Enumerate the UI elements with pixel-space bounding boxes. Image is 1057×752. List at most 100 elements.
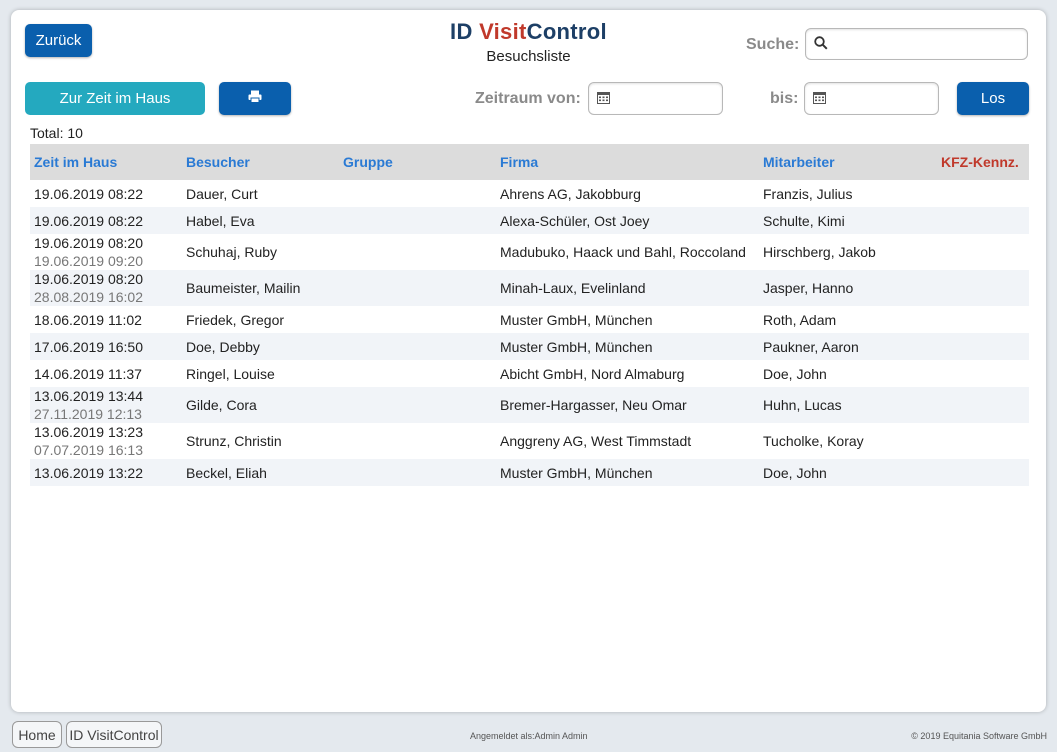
cell-time: 14.06.2019 11:37: [30, 360, 182, 387]
cell-plate: [937, 360, 1029, 387]
cell-visitor: Baumeister, Mailin: [186, 280, 301, 296]
cell-company: Abicht GmbH, Nord Almaburg: [500, 365, 685, 382]
cell-visitor: Schuhaj, Ruby: [186, 244, 278, 260]
table-row[interactable]: 13.06.2019 13:22 Beckel, Eliah Muster GmbH…: [30, 459, 1029, 486]
cell-group: [339, 207, 496, 234]
table-row[interactable]: 19.06.2019 08:22 Dauer, Curt Ahrens AG, Ja…: [30, 180, 1029, 207]
cell-plate: [937, 459, 1029, 486]
cell-visitor: Dauer, Curt: [186, 185, 258, 202]
table-row[interactable]: 19.06.2019 08:20 28.08.2019 16:02 Baumeist…: [30, 270, 1029, 306]
cell-plate: [937, 270, 1029, 306]
time-start: 18.06.2019 11:02: [34, 311, 142, 328]
search-field[interactable]: [805, 28, 1028, 60]
table-row[interactable]: 19.06.2019 08:20 19.06.2019 09:20 Schuhaj,…: [30, 234, 1029, 270]
table-row[interactable]: 18.06.2019 11:02 Friedek, Gregor Muster Gm…: [30, 306, 1029, 333]
col-header-plate[interactable]: KFZ-Kennz.: [937, 144, 1029, 180]
cell-time: 19.06.2019 08:20 19.06.2019 09:20: [30, 234, 182, 270]
cell-employee: Franzis, Julius: [763, 185, 853, 202]
time-end: 07.07.2019 16:13: [34, 442, 143, 458]
search-icon: [814, 35, 828, 53]
time-start: 19.06.2019 08:22: [34, 212, 143, 229]
cell-group: [339, 333, 496, 360]
col-header-time[interactable]: Zeit im Haus: [30, 144, 182, 180]
cell-company: Muster GmbH, München: [500, 311, 653, 328]
search-label: Suche:: [746, 36, 800, 53]
date-from-field[interactable]: [588, 82, 723, 115]
time-start: 14.06.2019 11:37: [34, 365, 142, 382]
col-header-visitor[interactable]: Besucher: [182, 144, 339, 180]
print-button[interactable]: [219, 82, 291, 115]
cell-employee: Paukner, Aaron: [763, 338, 859, 355]
cell-visitor: Beckel, Eliah: [186, 464, 267, 481]
period-to-label: bis:: [770, 90, 799, 107]
cell-time: 13.06.2019 13:44 27.11.2019 12:13: [30, 387, 182, 423]
cell-plate: [937, 423, 1029, 459]
col-header-company[interactable]: Firma: [496, 144, 759, 180]
cell-company: Alexa-Schüler, Ost Joey: [500, 212, 650, 229]
col-header-employee[interactable]: Mitarbeiter: [759, 144, 937, 180]
date-to-field[interactable]: [804, 82, 939, 115]
printer-icon: [248, 90, 262, 107]
table-row[interactable]: 14.06.2019 11:37 Ringel, Louise Abicht Gmb…: [30, 360, 1029, 387]
cell-group: [339, 234, 496, 270]
cell-plate: [937, 387, 1029, 423]
cell-group: [339, 387, 496, 423]
time-start: 19.06.2019 08:20: [34, 235, 143, 251]
time-end: 19.06.2019 09:20: [34, 253, 143, 269]
cell-visitor: Ringel, Louise: [186, 365, 275, 382]
cell-plate: [937, 333, 1029, 360]
cell-visitor: Friedek, Gregor: [186, 311, 285, 328]
cell-time: 19.06.2019 08:22: [30, 207, 182, 234]
cell-group: [339, 459, 496, 486]
time-in-house-button[interactable]: Zur Zeit im Haus: [25, 82, 205, 115]
cell-company: Muster GmbH, München: [500, 338, 653, 355]
cell-visitor: Doe, Debby: [186, 338, 260, 355]
cell-time: 17.06.2019 16:50: [30, 333, 182, 360]
copyright: © 2019 Equitania Software GmbH: [911, 731, 1047, 741]
cell-time: 19.06.2019 08:20 28.08.2019 16:02: [30, 270, 182, 306]
home-button[interactable]: Home: [12, 721, 62, 748]
cell-employee: Schulte, Kimi: [763, 212, 845, 229]
go-button[interactable]: Los: [957, 82, 1029, 115]
logo-visit: Visit: [479, 19, 527, 44]
cell-visitor: Gilde, Cora: [186, 397, 257, 413]
cell-group: [339, 306, 496, 333]
cell-company: Anggreny AG, West Timmstadt: [500, 433, 692, 449]
search-input[interactable]: [834, 35, 1027, 53]
time-end: 27.11.2019 12:13: [34, 406, 142, 422]
cell-time: 13.06.2019 13:23 07.07.2019 16:13: [30, 423, 182, 459]
cell-company: Bremer-Hargasser, Neu Omar: [500, 397, 687, 413]
cell-plate: [937, 180, 1029, 207]
main-panel: Zurück ID VisitControl Besuchsliste Such…: [11, 10, 1046, 712]
time-start: 19.06.2019 08:22: [34, 185, 143, 202]
logo-id: ID: [450, 19, 480, 44]
table-row[interactable]: 13.06.2019 13:44 27.11.2019 12:13 Gilde, C…: [30, 387, 1029, 423]
table-row[interactable]: 17.06.2019 16:50 Doe, Debby Muster GmbH, M…: [30, 333, 1029, 360]
logo-control: Control: [526, 19, 607, 44]
calendar-icon: [597, 91, 610, 107]
time-end: 28.08.2019 16:02: [34, 289, 143, 305]
period-from-label: Zeitraum von:: [475, 90, 581, 107]
time-start: 13.06.2019 13:44: [34, 388, 143, 404]
cell-time: 13.06.2019 13:22: [30, 459, 182, 486]
cell-employee: Tucholke, Koray: [763, 433, 864, 449]
cell-plate: [937, 234, 1029, 270]
cell-plate: [937, 207, 1029, 234]
table-header: Zeit im Haus Besucher Gruppe Firma Mitar…: [30, 144, 1029, 180]
cell-employee: Doe, John: [763, 464, 827, 481]
cell-visitor: Habel, Eva: [186, 212, 255, 229]
table-row[interactable]: 13.06.2019 13:23 07.07.2019 16:13 Strunz, …: [30, 423, 1029, 459]
time-start: 13.06.2019 13:23: [34, 424, 143, 440]
time-start: 17.06.2019 16:50: [34, 338, 143, 355]
table-row[interactable]: 19.06.2019 08:22 Habel, Eva Alexa-Schüler,…: [30, 207, 1029, 234]
calendar-icon: [813, 91, 826, 107]
col-header-group[interactable]: Gruppe: [339, 144, 496, 180]
time-start: 19.06.2019 08:20: [34, 271, 143, 287]
cell-company: Ahrens AG, Jakobburg: [500, 185, 641, 202]
time-start: 13.06.2019 13:22: [34, 464, 143, 481]
cell-company: Minah-Laux, Evelinland: [500, 280, 646, 296]
app-button[interactable]: ID VisitControl: [66, 721, 162, 748]
cell-time: 18.06.2019 11:02: [30, 306, 182, 333]
total-count: Total: 10: [30, 125, 83, 141]
cell-employee: Doe, John: [763, 365, 827, 382]
